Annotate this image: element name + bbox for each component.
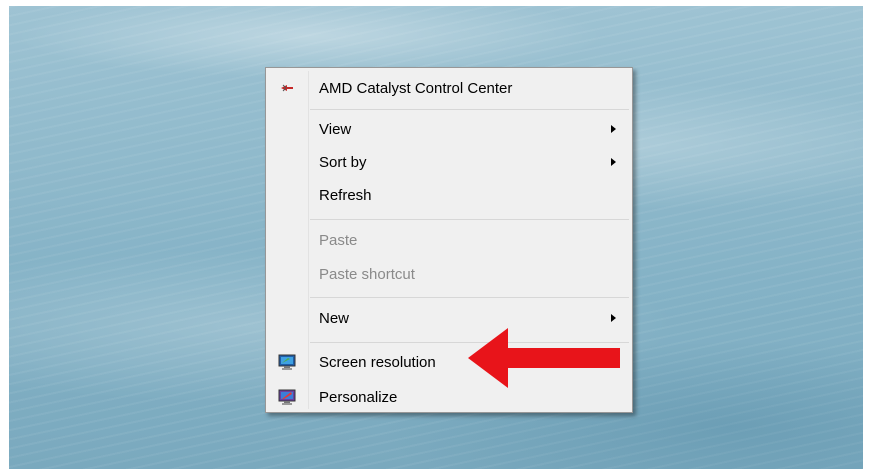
menu-separator: [310, 297, 629, 298]
menu-item-paste[interactable]: Paste: [266, 225, 632, 255]
menu-item-label: Sort by: [319, 153, 367, 171]
menu-separator: [310, 109, 629, 110]
amd-icon: [281, 84, 293, 92]
menu-item-label: Refresh: [319, 186, 372, 204]
personalize-icon: [278, 389, 296, 405]
menu-item-label: Paste shortcut: [319, 265, 415, 283]
menu-item-label: New: [319, 309, 350, 327]
desktop-background[interactable]: AMD Catalyst Control Center View Sort by…: [9, 6, 863, 469]
menu-item-label: Paste: [319, 231, 358, 249]
menu-item-label: View: [319, 120, 352, 138]
submenu-arrow-icon: [611, 125, 616, 133]
submenu-arrow-icon: [611, 158, 616, 166]
menu-item-view[interactable]: View: [266, 114, 632, 144]
red-arrow-annotation: [468, 328, 620, 388]
screen-resolution-icon: [278, 354, 296, 370]
menu-item-sort-by[interactable]: Sort by: [266, 147, 632, 177]
menu-separator: [310, 219, 629, 220]
menu-item-paste-shortcut[interactable]: Paste shortcut: [266, 259, 632, 289]
menu-item-label: Personalize: [319, 388, 398, 406]
menu-item-label: Screen resolution: [319, 353, 436, 371]
menu-item-amd-catalyst[interactable]: AMD Catalyst Control Center: [266, 73, 632, 103]
menu-item-label: AMD Catalyst Control Center: [319, 79, 513, 97]
menu-item-refresh[interactable]: Refresh: [266, 180, 632, 210]
submenu-arrow-icon: [611, 314, 616, 322]
